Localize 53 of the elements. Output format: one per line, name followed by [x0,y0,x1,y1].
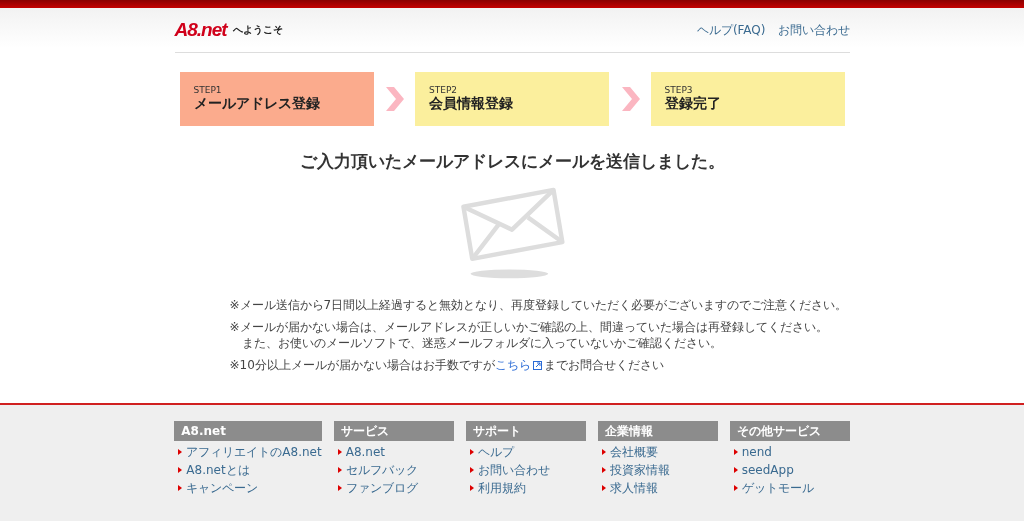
step-number: STEP3 [664,85,694,95]
triangle-icon [178,449,183,455]
notice-text: ※メールが届かない場合は、メールアドレスが正しいかご確認の上、間違っていた場合は再登録してください。 また、お使いのメールソフトで、迷惑メールフォルダに入っていないかご確認ください。 [229,319,829,351]
header-link[interactable]: ヘルプ(FAQ) [696,21,766,39]
triangle-icon [733,449,738,455]
footer-link[interactable]: ヘルプ [469,443,586,461]
footer-link[interactable]: A8.netとは [178,461,322,479]
step-title: 登録完了 [664,95,722,113]
confirmation-heading: ご入力頂いたメールアドレスにメールを送信しました。 [298,150,726,173]
footer-link[interactable]: 会社概要 [601,443,718,461]
footer-heading: サービス [333,421,454,441]
step-title: メールアドレス登録 [193,95,321,113]
chevron-icon [619,87,640,111]
triangle-icon [601,485,606,491]
footer-heading: A8.net [174,421,322,441]
triangle-icon [733,467,738,473]
footer-link[interactable]: 求人情報 [601,479,718,497]
step-title: 会員情報登録 [429,95,514,113]
footer-heading: 企業情報 [597,421,718,441]
footer-link[interactable]: ファンブログ [337,479,454,497]
footer-link[interactable]: seedApp [733,461,850,479]
footer-link[interactable]: 投資家情報 [601,461,718,479]
welcome-text: へようこそ [232,23,283,37]
logo[interactable]: A8.net [174,19,227,41]
footer-link[interactable]: キャンペーン [178,479,322,497]
triangle-icon [178,485,183,491]
step-number: STEP2 [429,85,459,95]
triangle-icon [469,449,474,455]
triangle-icon [733,485,738,491]
footer-link[interactable]: セルフバック [337,461,454,479]
step-number: STEP1 [193,85,223,95]
footer-link[interactable]: 利用規約 [469,479,586,497]
footer-link[interactable]: ゲットモール [733,479,850,497]
contact-link[interactable]: こちら [494,358,544,372]
triangle-icon [337,485,342,491]
header-link[interactable]: お問い合わせ [777,21,850,39]
external-link-icon [532,361,542,370]
notice-text: ※メール送信から7日間以上経過すると無効となり、再度登録していただく必要がございますのでご注意ください。 [229,297,849,313]
footer-heading: サポート [465,421,586,441]
triangle-icon [601,467,606,473]
triangle-icon [469,485,474,491]
triangle-icon [337,449,342,455]
footer-link[interactable]: アフィリエイトのA8.net [178,443,322,461]
footer-link[interactable]: お問い合わせ [469,461,586,479]
triangle-icon [178,467,183,473]
notice-text: ※10分以上メールが届かない場合はお手数ですがこちら までお問合せください [229,357,665,373]
triangle-icon [601,449,606,455]
footer-heading: その他サービス [729,421,850,441]
footer-link[interactable]: A8.net [337,443,454,461]
triangle-icon [337,467,342,473]
chevron-icon [384,87,405,111]
triangle-icon [469,467,474,473]
footer-link[interactable]: nend [733,443,850,461]
